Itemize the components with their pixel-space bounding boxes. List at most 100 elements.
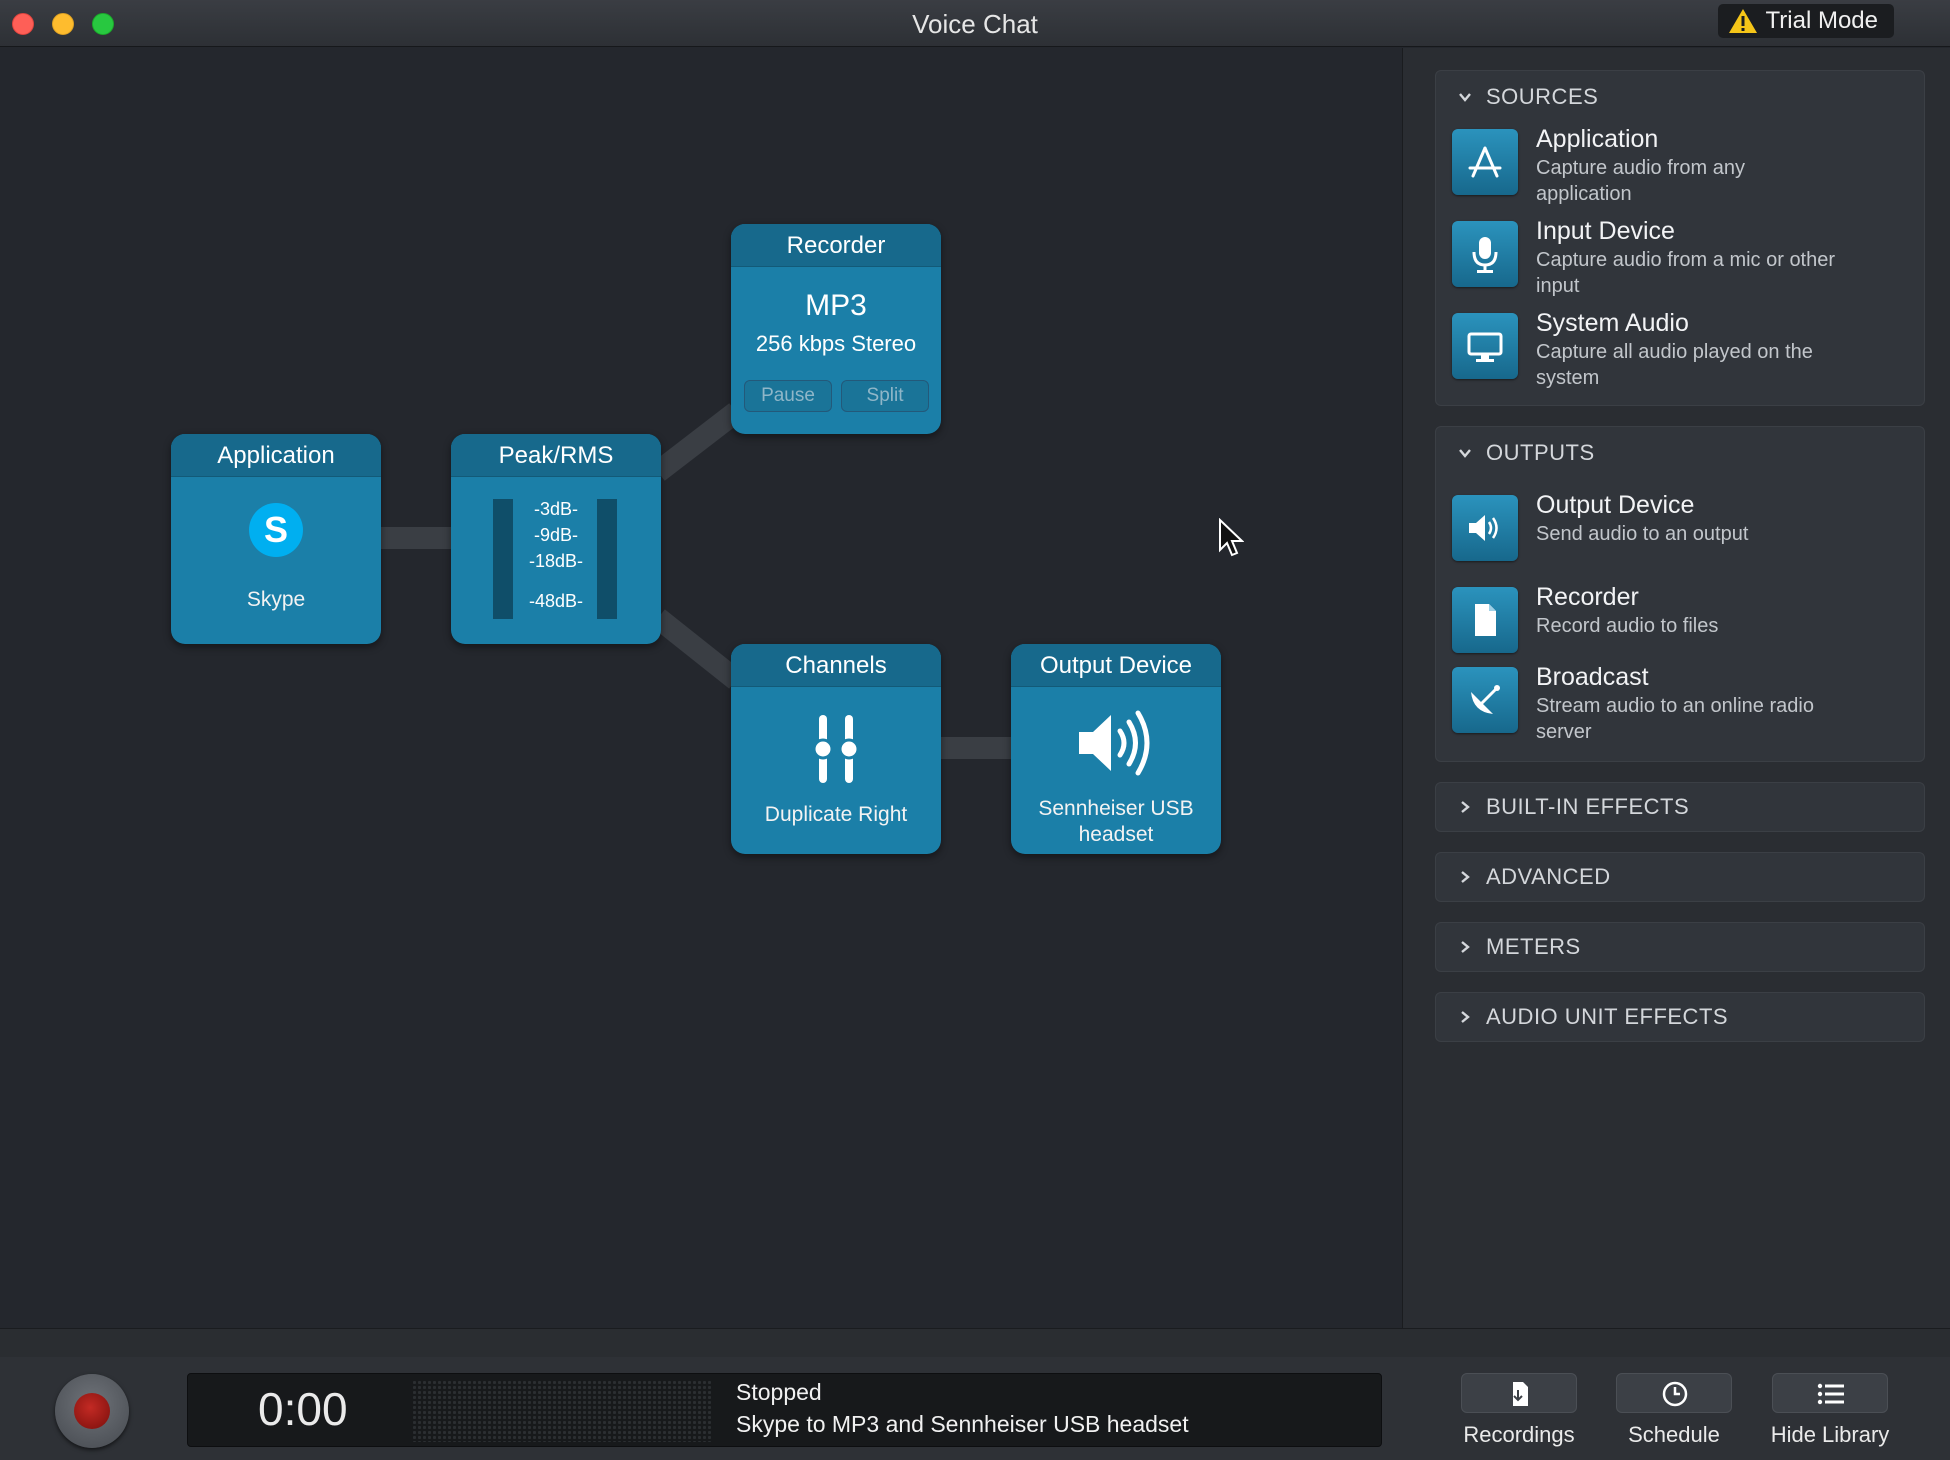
status-description: Skype to MP3 and Sennheiser USB headset	[736, 1411, 1189, 1437]
bottom-toolbar: 0:00 Stopped Skype to MP3 and Sennheiser…	[0, 1328, 1950, 1460]
library-item-title: Recorder	[1536, 583, 1639, 611]
meter-tick-label: -18dB-	[528, 551, 584, 571]
recordings-label: Recordings	[1463, 1422, 1575, 1447]
satellite-dish-icon	[1452, 667, 1518, 733]
library-item-application[interactable]: Application Capture audio from any appli…	[1452, 125, 1912, 209]
monitor-icon	[1452, 313, 1518, 379]
app-window: Voice Chat Trial Mode Application S Skyp…	[0, 0, 1950, 1460]
built-in-effects-heading: BUILT-IN EFFECTS	[1486, 794, 1690, 819]
audio-unit-effects-section[interactable]: AUDIO UNIT EFFECTS	[1435, 992, 1925, 1042]
application-node-app-name: Skype	[246, 588, 306, 611]
chevron-down-icon	[1459, 93, 1471, 102]
meters-header[interactable]: METERS	[1436, 923, 1924, 971]
speaker-icon	[1079, 710, 1150, 776]
trial-mode-badge[interactable]: Trial Mode	[1717, 4, 1894, 38]
meters-section[interactable]: METERS	[1435, 922, 1925, 972]
output-device-node-title: Output Device	[1011, 644, 1221, 687]
chevron-right-icon	[1461, 871, 1470, 883]
meter-tick-label: -48dB-	[528, 591, 584, 611]
channels-node[interactable]: Channels Duplicate Right	[731, 644, 941, 854]
library-item-title: Broadcast	[1536, 663, 1649, 691]
hide-library-tool[interactable]: Hide Library	[1770, 1373, 1890, 1448]
library-item-recorder[interactable]: Recorder Record audio to files	[1452, 583, 1912, 667]
recorder-format: MP3	[805, 289, 867, 322]
output-device-node[interactable]: Output Device Sennheiser USB headset	[1011, 644, 1221, 854]
sources-section-header[interactable]: SOURCES	[1436, 71, 1924, 123]
list-icon	[1817, 1383, 1844, 1405]
audio-unit-effects-heading: AUDIO UNIT EFFECTS	[1486, 1004, 1729, 1029]
recordings-icon	[1513, 1382, 1528, 1406]
chevron-right-icon	[1461, 1011, 1470, 1023]
status-text: Stopped	[736, 1379, 822, 1405]
advanced-heading: ADVANCED	[1486, 864, 1611, 889]
warning-icon	[1728, 9, 1757, 33]
record-button[interactable]	[55, 1374, 129, 1448]
output-device-name: Sennheiser USB headset	[1038, 797, 1194, 846]
recorder-node[interactable]: Recorder MP3 256 kbps Stereo Pause Split	[731, 224, 941, 434]
built-in-effects-section[interactable]: BUILT-IN EFFECTS	[1435, 782, 1925, 832]
application-node[interactable]: Application S Skype	[171, 434, 381, 644]
recorder-node-title: Recorder	[731, 224, 941, 267]
built-in-effects-header[interactable]: BUILT-IN EFFECTS	[1436, 783, 1924, 831]
application-node-title: Application	[171, 434, 381, 477]
library-item-title: Application	[1536, 125, 1659, 153]
library-item-desc: Record audio to files	[1536, 615, 1719, 637]
schedule-button[interactable]	[1616, 1373, 1732, 1413]
chevron-right-icon	[1461, 941, 1470, 953]
chevron-right-icon	[1461, 801, 1470, 813]
level-display	[412, 1380, 712, 1442]
status-display: 0:00 Stopped Skype to MP3 and Sennheiser…	[187, 1373, 1382, 1447]
advanced-section[interactable]: ADVANCED	[1435, 852, 1925, 902]
microphone-icon	[1452, 221, 1518, 287]
sources-section: SOURCES Application Capture audio from a…	[1435, 70, 1925, 406]
library-item-output-device[interactable]: Output Device Send audio to an output	[1452, 491, 1912, 575]
wire-peak-channels	[651, 609, 743, 689]
advanced-header[interactable]: ADVANCED	[1436, 853, 1924, 901]
library-item-broadcast[interactable]: Broadcast Stream audio to an online radi…	[1452, 663, 1912, 747]
hide-library-button[interactable]	[1772, 1373, 1888, 1413]
peak-rms-node[interactable]: Peak/RMS -3dB- -9dB- -18dB- -48dB-	[451, 434, 661, 644]
library-item-desc: Stream audio to an online radio server	[1536, 695, 1814, 743]
channels-mode: Duplicate Right	[764, 803, 908, 826]
sources-heading: SOURCES	[1486, 84, 1599, 109]
elapsed-time: 0:00	[258, 1383, 348, 1435]
outputs-section-header[interactable]: OUTPUTS	[1436, 427, 1924, 479]
app-store-icon	[1452, 129, 1518, 195]
wire-peak-recorder	[651, 403, 743, 481]
library-item-title: System Audio	[1536, 309, 1689, 337]
trial-mode-label: Trial Mode	[1765, 7, 1878, 34]
meter-tick-label: -3dB-	[533, 499, 578, 519]
hide-library-label: Hide Library	[1770, 1422, 1890, 1447]
fader-icon	[812, 715, 860, 783]
library-item-desc: Capture audio from a mic or other input	[1536, 249, 1836, 297]
recordings-tool[interactable]: Recordings	[1459, 1373, 1579, 1448]
skype-icon: S	[249, 503, 303, 557]
library-item-desc: Capture all audio played on the system	[1536, 341, 1813, 389]
pipeline-canvas[interactable]: Application S Skype Peak/RMS -3dB- -9dB-…	[0, 48, 1402, 1328]
schedule-label: Schedule	[1628, 1422, 1720, 1447]
split-button[interactable]: Split	[841, 380, 929, 412]
library-item-title: Input Device	[1536, 217, 1675, 245]
recordings-button[interactable]	[1461, 1373, 1577, 1413]
left-meter-bar	[493, 499, 513, 619]
window-title: Voice Chat	[912, 9, 1038, 39]
clock-icon	[1662, 1381, 1688, 1407]
mouse-cursor-icon	[1219, 518, 1244, 557]
library-item-title: Output Device	[1536, 491, 1695, 519]
schedule-tool[interactable]: Schedule	[1614, 1373, 1734, 1448]
library-panel: SOURCES Application Capture audio from a…	[1402, 48, 1950, 1328]
chevron-down-icon	[1459, 449, 1471, 458]
channels-node-title: Channels	[731, 644, 941, 687]
audio-unit-effects-header[interactable]: AUDIO UNIT EFFECTS	[1436, 993, 1924, 1041]
library-item-input-device[interactable]: Input Device Capture audio from a mic or…	[1452, 217, 1912, 301]
peak-rms-node-title: Peak/RMS	[451, 434, 661, 477]
library-item-desc: Capture audio from any application	[1536, 157, 1746, 205]
library-item-desc: Send audio to an output	[1536, 523, 1749, 545]
file-icon	[1452, 587, 1518, 653]
outputs-section: OUTPUTS Output Device Send audio to an o…	[1435, 426, 1925, 762]
library-item-system-audio[interactable]: System Audio Capture all audio played on…	[1452, 309, 1912, 393]
recorder-quality: 256 kbps Stereo	[755, 331, 917, 356]
speaker-icon	[1452, 495, 1518, 561]
outputs-heading: OUTPUTS	[1486, 440, 1595, 465]
pause-button[interactable]: Pause	[744, 380, 832, 412]
